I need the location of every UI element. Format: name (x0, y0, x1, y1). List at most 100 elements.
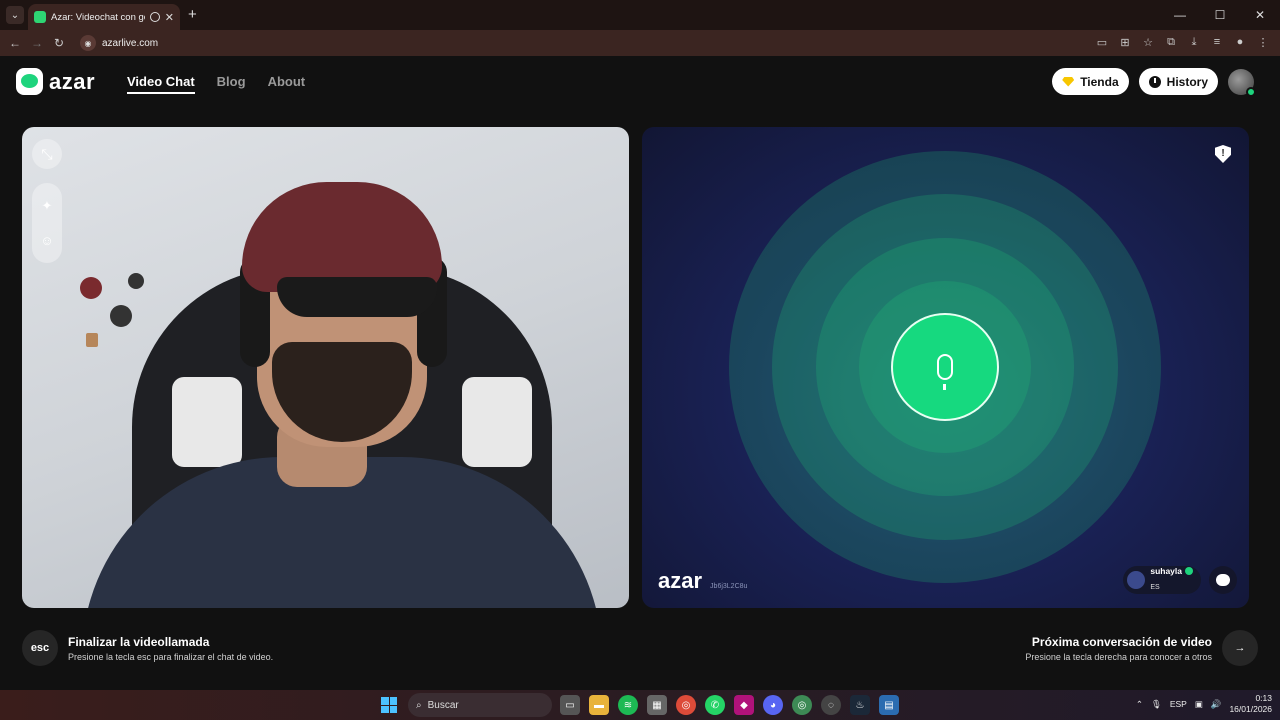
watermark-logo: azar (658, 568, 703, 593)
end-call-title: Finalizar la videollamada (68, 634, 210, 649)
nav-about[interactable]: About (268, 74, 306, 94)
person-bonnet (242, 182, 442, 292)
wall-decoration (80, 277, 102, 299)
steam-icon[interactable]: ♨ (850, 695, 870, 715)
taskbar-apps: ▭ ▬ ≋ ▦ ◎ ✆ ◆ ◕ ◎ ◌ ♨ ▤ (560, 695, 899, 715)
self-video-panel: ⤡ ✦ ☺ (22, 127, 629, 608)
clock-time: 0:13 (1255, 693, 1272, 703)
windows-start-icon[interactable] (381, 697, 397, 713)
reload-icon[interactable]: ↻ (48, 36, 70, 50)
new-tab-button[interactable]: + (188, 6, 197, 23)
site-info-icon[interactable]: ◉ (80, 35, 96, 51)
user-avatar[interactable] (1228, 68, 1256, 97)
nav-video-chat[interactable]: Video Chat (127, 74, 195, 94)
profile-icon[interactable]: ● (1233, 35, 1247, 49)
extensions-icon[interactable]: ⧉ (1164, 35, 1178, 49)
esc-key-button[interactable]: esc (22, 630, 58, 666)
task-view-icon[interactable]: ▭ (560, 695, 580, 715)
language-indicator[interactable]: ESP (1170, 699, 1187, 709)
maximize-button[interactable]: ☐ (1200, 0, 1240, 30)
history-button[interactable]: History (1138, 68, 1218, 95)
end-call-action[interactable]: esc Finalizar la videollamada Presione l… (22, 630, 273, 666)
chair-stripe (462, 377, 532, 467)
minimize-button[interactable]: — (1160, 0, 1200, 30)
volume-icon[interactable]: 🔊 (1211, 699, 1222, 710)
azar-watermark: azar Jb6j3L2C8u (658, 568, 747, 594)
person-sunglasses (277, 277, 437, 317)
close-window-button[interactable]: ✕ (1240, 0, 1280, 30)
download-icon[interactable]: ⤓ (1187, 35, 1201, 49)
tab-close-icon[interactable]: ✕ (165, 11, 174, 24)
azar-page: azar Video Chat Blog About Tienda Histor… (0, 56, 1280, 690)
peer-info[interactable]: suhayla ES (1123, 566, 1201, 594)
next-call-title: Próxima conversación de video (1031, 634, 1212, 649)
nav-blog[interactable]: Blog (217, 74, 246, 94)
spotify-icon[interactable]: ≋ (618, 695, 638, 715)
recording-icon (149, 12, 160, 22)
discord-icon[interactable]: ◕ (763, 695, 783, 715)
omnibox[interactable]: ◉ azarlive.com (80, 33, 1070, 53)
voice-mode-button[interactable] (891, 313, 999, 421)
browser-toolbar-icons: ▭ ⊞ ☆ ⧉ ⤓ ≡ ● ⋮ (1095, 35, 1270, 49)
logo-text: azar (49, 68, 96, 94)
header-actions: Tienda History (1052, 68, 1256, 97)
session-code: Jb6j3L2C8u (710, 583, 748, 590)
app-icon-3[interactable]: ▤ (879, 695, 899, 715)
peer-avatar (1127, 571, 1146, 589)
wall-decoration (86, 333, 98, 347)
next-call-action[interactable]: Próxima conversación de video Presione l… (1025, 630, 1258, 666)
clock-date: 16/01/2026 (1229, 704, 1272, 714)
forward-icon[interactable]: → (26, 36, 48, 50)
tab-search-chevron-icon[interactable]: ⌄ (6, 6, 24, 24)
chair-stripe (172, 377, 242, 467)
app-icon[interactable]: ◆ (734, 695, 754, 715)
azar-logo[interactable]: azar (16, 68, 95, 95)
azar-favicon-icon (34, 11, 46, 23)
taskbar-search[interactable]: ⌕ Buscar (408, 693, 552, 717)
cast-icon[interactable]: ▭ (1095, 35, 1109, 49)
tray-chevron-icon[interactable]: ⌃ (1136, 699, 1143, 710)
search-icon: ⌕ (416, 699, 422, 711)
menu-kebab-icon[interactable]: ⋮ (1256, 35, 1270, 49)
next-call-hint: Presione la tecla derecha para conocer a… (1025, 651, 1212, 662)
azar-logo-mark-icon (16, 68, 43, 95)
wall-decoration (110, 305, 132, 327)
bookmark-star-icon[interactable]: ☆ (1141, 35, 1155, 49)
face-filter-icon[interactable]: ☺ (40, 233, 53, 248)
gem-icon (1062, 76, 1075, 87)
file-explorer-icon[interactable]: ▬ (589, 695, 609, 715)
taskbar-search-placeholder: Buscar (427, 699, 459, 711)
app-icon-2[interactable]: ◌ (821, 695, 841, 715)
effects-toolbar: ✦ ☺ (32, 183, 62, 263)
partner-video-panel: ! azar Jb6j3L2C8u suhayla ES (642, 127, 1249, 608)
chat-button[interactable] (1209, 566, 1237, 594)
chrome-icon[interactable]: ◎ (676, 695, 696, 715)
history-label: History (1166, 74, 1208, 89)
whatsapp-icon[interactable]: ✆ (705, 695, 725, 715)
back-icon[interactable]: ← (4, 36, 26, 50)
tab-title: Azar: Videochat con gente (51, 11, 145, 23)
magic-wand-icon[interactable]: ✦ (42, 198, 53, 214)
store-app-icon[interactable]: ▦ (647, 695, 667, 715)
chrome-profile-icon[interactable]: ◎ (792, 695, 812, 715)
store-button[interactable]: Tienda (1052, 68, 1129, 95)
translate-icon[interactable]: ⊞ (1118, 35, 1132, 49)
minimize-video-button[interactable]: ⤡ (32, 139, 62, 169)
wall-decoration (128, 273, 144, 289)
network-icon[interactable]: ▣ (1195, 699, 1203, 710)
taskbar-clock[interactable]: 0:13 16/01/2026 (1229, 693, 1272, 715)
next-arrow-button[interactable]: → (1222, 630, 1258, 666)
tray-mic-icon[interactable]: 🎙 (1151, 699, 1162, 710)
microphone-icon (937, 354, 953, 390)
windows-taskbar: ⌕ Buscar ▭ ▬ ≋ ▦ ◎ ✆ ◆ ◕ ◎ ◌ ♨ ▤ ⌃ 🎙 ESP… (0, 690, 1280, 720)
store-label: Tienda (1080, 74, 1119, 89)
peer-country: ES (1150, 584, 1160, 591)
window-controls: — ☐ ✕ (1160, 0, 1280, 30)
report-shield-icon[interactable]: ! (1215, 145, 1231, 163)
media-control-icon[interactable]: ≡ (1210, 35, 1224, 49)
browser-tab[interactable]: Azar: Videochat con gente ✕ (28, 4, 180, 30)
clock-icon (1148, 75, 1161, 88)
browser-tab-bar: ⌄ Azar: Videochat con gente ✕ + — ☐ ✕ (0, 0, 1280, 30)
peer-name: suhayla (1150, 566, 1182, 576)
url-text[interactable]: azarlive.com (102, 38, 158, 49)
